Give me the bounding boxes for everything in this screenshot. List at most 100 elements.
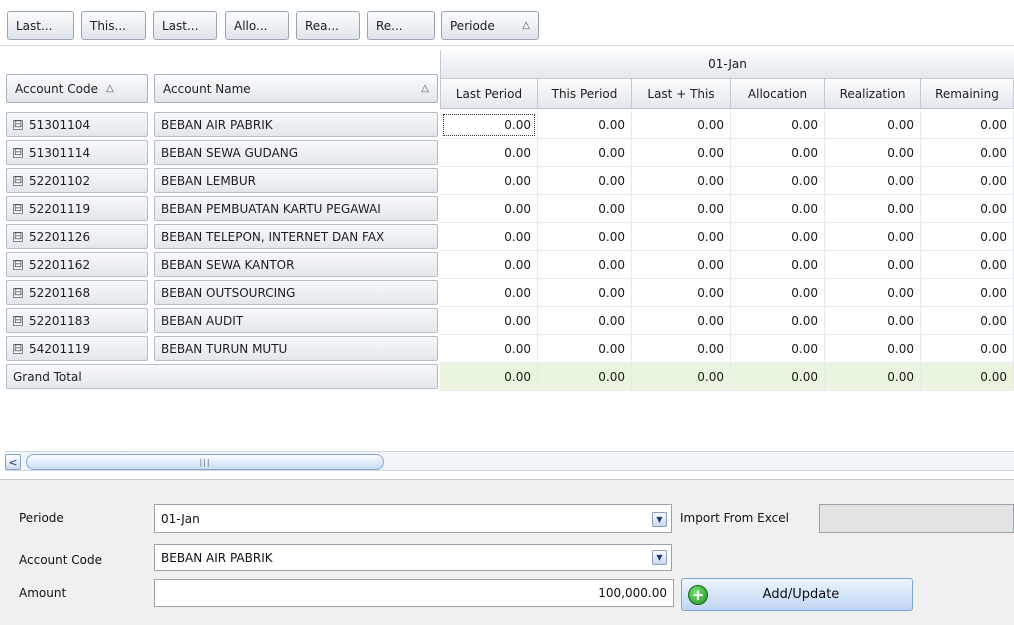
value-cell[interactable]: 0.00: [632, 111, 731, 139]
grand-total-value-cell[interactable]: 0.00: [440, 363, 538, 391]
account-code-cell[interactable]: ⊟ 52201126: [6, 224, 148, 249]
column-header[interactable]: Realization: [825, 79, 921, 109]
value-cell[interactable]: 0.00: [921, 307, 1014, 335]
value-cell[interactable]: 0.00: [921, 279, 1014, 307]
value-cell[interactable]: 0.00: [731, 251, 825, 279]
account-name-header[interactable]: Account Name △: [154, 74, 438, 103]
value-cell[interactable]: 0.00: [825, 335, 921, 363]
grand-total-value-cell[interactable]: 0.00: [632, 363, 731, 391]
value-cell[interactable]: 0.00: [632, 251, 731, 279]
collapse-icon[interactable]: ⊟: [13, 315, 23, 326]
account-code-cell[interactable]: ⊟ 52201168: [6, 280, 148, 305]
value-cell[interactable]: 0.00: [538, 251, 632, 279]
value-cell[interactable]: 0.00: [731, 279, 825, 307]
value-cell[interactable]: 0.00: [632, 139, 731, 167]
value-cell[interactable]: 0.00: [731, 111, 825, 139]
scrollbar-thumb[interactable]: |||: [26, 454, 384, 470]
column-header[interactable]: This Period: [538, 79, 632, 109]
value-cell[interactable]: 0.00: [731, 223, 825, 251]
collapse-icon[interactable]: ⊟: [13, 147, 23, 158]
column-header[interactable]: Last + This: [632, 79, 731, 109]
value-cell[interactable]: 0.00: [440, 111, 538, 139]
value-cell[interactable]: 0.00: [440, 335, 538, 363]
value-cell[interactable]: 0.00: [825, 279, 921, 307]
value-cell[interactable]: 0.00: [538, 195, 632, 223]
value-cell[interactable]: 0.00: [825, 195, 921, 223]
value-cell[interactable]: 0.00: [921, 139, 1014, 167]
grand-total-value-cell[interactable]: 0.00: [921, 363, 1014, 391]
value-cell[interactable]: 0.00: [632, 223, 731, 251]
value-cell[interactable]: 0.00: [632, 167, 731, 195]
value-cell[interactable]: 0.00: [825, 167, 921, 195]
collapse-icon[interactable]: ⊟: [13, 175, 23, 186]
chevron-down-icon[interactable]: ▼: [652, 550, 667, 565]
value-cell[interactable]: 0.00: [538, 139, 632, 167]
periode-filter-button[interactable]: Periode △: [441, 11, 539, 40]
account-code-cell[interactable]: ⊟ 51301114: [6, 140, 148, 165]
column-header[interactable]: Remaining: [921, 79, 1014, 109]
account-code-cell[interactable]: ⊟ 52201102: [6, 168, 148, 193]
chevron-down-icon[interactable]: ▼: [652, 512, 667, 527]
value-cell[interactable]: 0.00: [731, 335, 825, 363]
value-cell[interactable]: 0.00: [731, 167, 825, 195]
value-cell[interactable]: 0.00: [921, 335, 1014, 363]
account-code-cell[interactable]: ⊟ 51301104: [6, 112, 148, 137]
collapse-icon[interactable]: ⊟: [13, 287, 23, 298]
account-code-cell[interactable]: ⊟ 54201119: [6, 336, 148, 361]
value-cell[interactable]: 0.00: [825, 307, 921, 335]
value-cell[interactable]: 0.00: [440, 251, 538, 279]
value-cell[interactable]: 0.00: [632, 279, 731, 307]
value-cell[interactable]: 0.00: [440, 139, 538, 167]
value-cell[interactable]: 0.00: [825, 111, 921, 139]
value-cell[interactable]: 0.00: [440, 279, 538, 307]
value-cell[interactable]: 0.00: [632, 307, 731, 335]
account-code-cell[interactable]: ⊟ 52201119: [6, 196, 148, 221]
account-code-select[interactable]: BEBAN AIR PABRIK: [154, 544, 672, 571]
value-cell[interactable]: 0.00: [440, 223, 538, 251]
value-cell[interactable]: 0.00: [825, 223, 921, 251]
collapse-icon[interactable]: ⊟: [13, 203, 23, 214]
collapse-icon[interactable]: ⊟: [13, 343, 23, 354]
add-update-button[interactable]: + Add/Update: [681, 578, 913, 611]
value-cell[interactable]: 0.00: [921, 111, 1014, 139]
field-filter-button[interactable]: This...: [81, 11, 146, 40]
account-code-cell[interactable]: ⊟ 52201162: [6, 252, 148, 277]
scroll-left-icon[interactable]: <: [5, 454, 21, 470]
value-cell[interactable]: 0.00: [921, 251, 1014, 279]
collapse-icon[interactable]: ⊟: [13, 259, 23, 270]
value-cell[interactable]: 0.00: [731, 139, 825, 167]
value-cell[interactable]: 0.00: [632, 335, 731, 363]
value-cell[interactable]: 0.00: [921, 195, 1014, 223]
value-cell[interactable]: 0.00: [825, 251, 921, 279]
grand-total-value-cell[interactable]: 0.00: [538, 363, 632, 391]
value-cell[interactable]: 0.00: [538, 335, 632, 363]
periode-select[interactable]: 01-Jan: [154, 504, 672, 533]
value-cell[interactable]: 0.00: [731, 195, 825, 223]
value-cell[interactable]: 0.00: [440, 195, 538, 223]
grand-total-value-cell[interactable]: 0.00: [731, 363, 825, 391]
value-cell[interactable]: 0.00: [538, 167, 632, 195]
value-cell[interactable]: 0.00: [632, 195, 731, 223]
collapse-icon[interactable]: ⊟: [13, 231, 23, 242]
value-cell[interactable]: 0.00: [921, 223, 1014, 251]
grand-total-value-cell[interactable]: 0.00: [825, 363, 921, 391]
field-filter-button[interactable]: Last...: [7, 11, 74, 40]
account-code-header[interactable]: Account Code △: [6, 74, 148, 103]
value-cell[interactable]: 0.00: [440, 167, 538, 195]
column-header[interactable]: Last Period: [440, 79, 538, 109]
collapse-icon[interactable]: ⊟: [13, 119, 23, 130]
column-group-header[interactable]: 01-Jan: [440, 50, 1014, 79]
column-header[interactable]: Allocation: [731, 79, 825, 109]
account-code-cell[interactable]: ⊟ 52201183: [6, 308, 148, 333]
horizontal-scrollbar[interactable]: < |||: [5, 451, 1014, 471]
value-cell[interactable]: 0.00: [538, 223, 632, 251]
amount-input[interactable]: 100,000.00: [154, 579, 674, 607]
value-cell[interactable]: 0.00: [538, 307, 632, 335]
field-filter-button[interactable]: Re...: [367, 11, 435, 40]
value-cell[interactable]: 0.00: [538, 111, 632, 139]
value-cell[interactable]: 0.00: [538, 279, 632, 307]
import-excel-field[interactable]: [819, 504, 1014, 533]
value-cell[interactable]: 0.00: [731, 307, 825, 335]
field-filter-button[interactable]: Rea...: [296, 11, 360, 40]
value-cell[interactable]: 0.00: [921, 167, 1014, 195]
